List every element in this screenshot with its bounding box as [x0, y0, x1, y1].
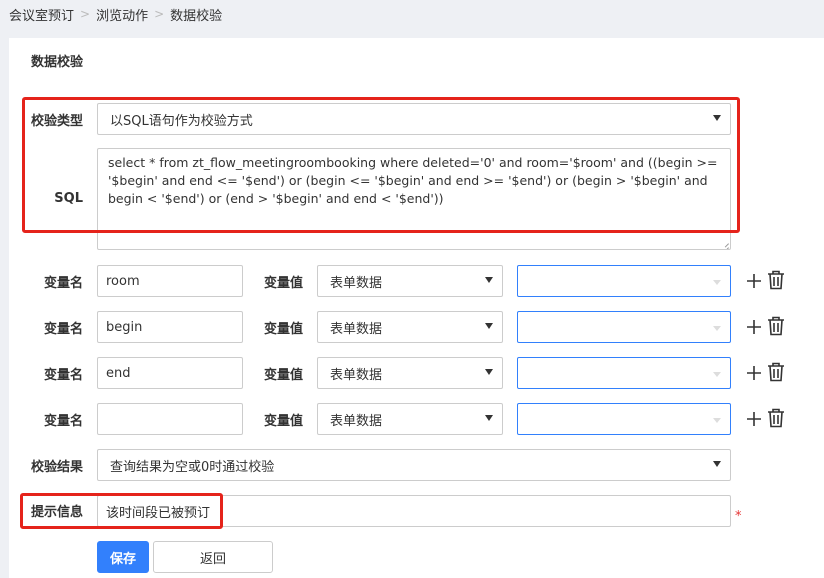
sql-textarea[interactable]: select * from zt_flow_meetingroombooking…: [97, 148, 731, 250]
variable-source-value: 表单数据: [330, 367, 383, 383]
check-result-select[interactable]: 查询结果为空或0时通过校验: [97, 449, 731, 481]
check-result-value: 查询结果为空或0时通过校验: [110, 459, 275, 475]
variable-field-select[interactable]: [517, 403, 731, 435]
caret-down-icon: [713, 115, 721, 121]
trash-icon[interactable]: [765, 406, 787, 430]
variable-source-select[interactable]: 表单数据: [317, 265, 503, 297]
breadcrumb-separator: >: [154, 7, 165, 21]
variable-name-label: 变量名: [43, 414, 83, 429]
form-panel: 数据校验 校验类型 以SQL语句作为校验方式 SQL select * from…: [9, 38, 824, 578]
caret-down-icon: [485, 323, 493, 329]
variable-field-select[interactable]: [517, 265, 731, 297]
variable-field-select[interactable]: [517, 357, 731, 389]
breadcrumb-item-data-check: 数据校验: [170, 8, 223, 24]
caret-down-icon: [713, 418, 721, 423]
trash-icon[interactable]: [765, 360, 787, 384]
variable-source-select[interactable]: 表单数据: [317, 357, 503, 389]
panel-title: 数据校验: [31, 55, 84, 70]
resize-handle-icon[interactable]: [720, 239, 729, 248]
sql-label: SQL: [54, 191, 83, 206]
caret-down-icon: [485, 369, 493, 375]
plus-icon[interactable]: [745, 408, 763, 430]
breadcrumb-item-browse-action[interactable]: 浏览动作: [96, 5, 148, 24]
variable-name-input[interactable]: end: [97, 357, 243, 389]
plus-icon[interactable]: [745, 316, 763, 338]
plus-icon[interactable]: [745, 270, 763, 292]
trash-icon[interactable]: [765, 268, 787, 292]
message-input[interactable]: 该时间段已被预订: [97, 495, 731, 527]
caret-down-icon: [485, 277, 493, 283]
variable-source-select[interactable]: 表单数据: [317, 403, 503, 435]
sql-text: select * from zt_flow_meetingroombooking…: [108, 155, 718, 206]
variable-value-label: 变量值: [263, 368, 303, 383]
variable-source-value: 表单数据: [330, 275, 383, 291]
variable-name-input[interactable]: room: [97, 265, 243, 297]
breadcrumb-item-meeting-room[interactable]: 会议室预订: [9, 5, 74, 24]
check-type-value: 以SQL语句作为校验方式: [110, 113, 253, 129]
variable-value-label: 变量值: [263, 276, 303, 291]
caret-down-icon: [485, 415, 493, 421]
save-button[interactable]: 保存: [97, 541, 149, 573]
check-type-label: 校验类型: [30, 114, 83, 129]
caret-down-icon: [713, 461, 721, 467]
variable-name-label: 变量名: [43, 276, 83, 291]
plus-icon[interactable]: [745, 362, 763, 384]
back-button[interactable]: 返回: [153, 541, 273, 573]
check-result-label: 校验结果: [30, 460, 83, 475]
variable-name-input[interactable]: [97, 403, 243, 435]
message-label: 提示信息: [30, 505, 83, 520]
variable-source-select[interactable]: 表单数据: [317, 311, 503, 343]
variable-value-label: 变量值: [263, 414, 303, 429]
breadcrumb: 会议室预订 > 浏览动作 > 数据校验: [9, 5, 223, 24]
trash-icon[interactable]: [765, 314, 787, 338]
variable-source-value: 表单数据: [330, 321, 383, 337]
caret-down-icon: [713, 326, 721, 331]
check-type-select[interactable]: 以SQL语句作为校验方式: [97, 103, 731, 135]
variable-name-input[interactable]: begin: [97, 311, 243, 343]
breadcrumb-separator: >: [80, 7, 91, 21]
variable-value-label: 变量值: [263, 322, 303, 337]
variable-name-label: 变量名: [43, 322, 83, 337]
required-mark: *: [735, 509, 742, 524]
caret-down-icon: [713, 372, 721, 377]
variable-name-label: 变量名: [43, 368, 83, 383]
caret-down-icon: [713, 280, 721, 285]
variable-source-value: 表单数据: [330, 413, 383, 429]
variable-field-select[interactable]: [517, 311, 731, 343]
